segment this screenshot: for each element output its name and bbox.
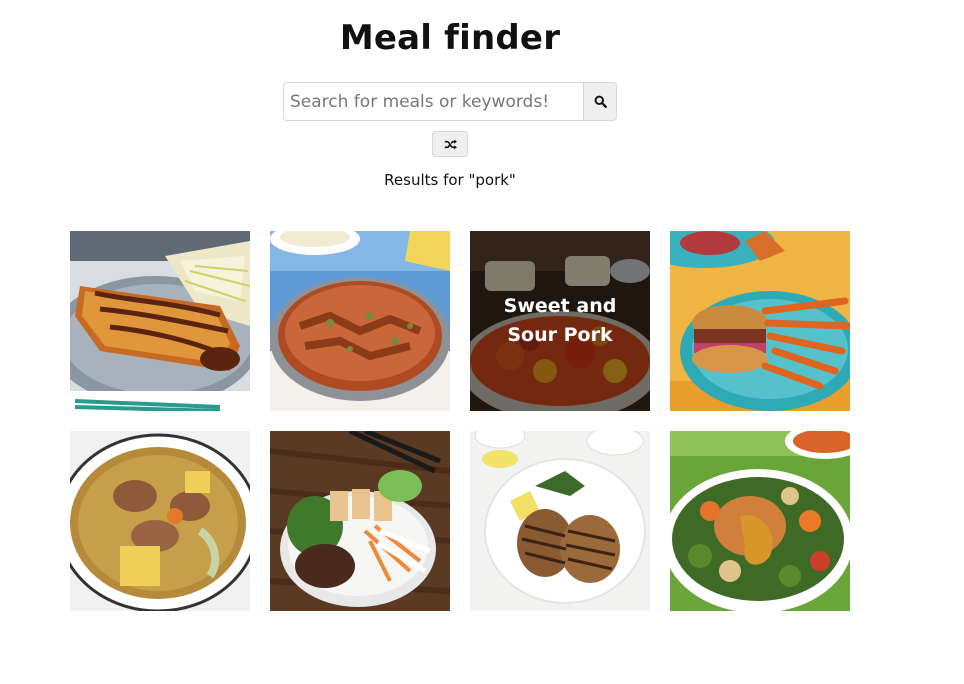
meal-name: Sweet and Sour Pork: [470, 231, 650, 411]
meal-card[interactable]: [70, 431, 250, 611]
meals-grid: Sweet and Sour Pork: [70, 231, 850, 611]
meal-card[interactable]: [270, 431, 450, 611]
search-button[interactable]: [583, 82, 617, 121]
random-meal-button[interactable]: [432, 131, 468, 157]
meal-card[interactable]: [270, 231, 450, 411]
search-input[interactable]: [283, 82, 583, 121]
meal-card[interactable]: [470, 431, 650, 611]
page-title: Meal finder: [339, 18, 561, 58]
meal-card[interactable]: [670, 431, 850, 611]
search-form: [283, 82, 617, 121]
meal-card[interactable]: Sweet and Sour Pork: [470, 231, 650, 411]
shuffle-icon: [444, 139, 457, 149]
results-heading: Results for "pork": [384, 171, 516, 189]
page: Meal finder Results for "pork": [0, 0, 964, 684]
meal-card[interactable]: [670, 231, 850, 411]
search-icon: [594, 95, 607, 108]
meal-card[interactable]: [70, 231, 250, 411]
